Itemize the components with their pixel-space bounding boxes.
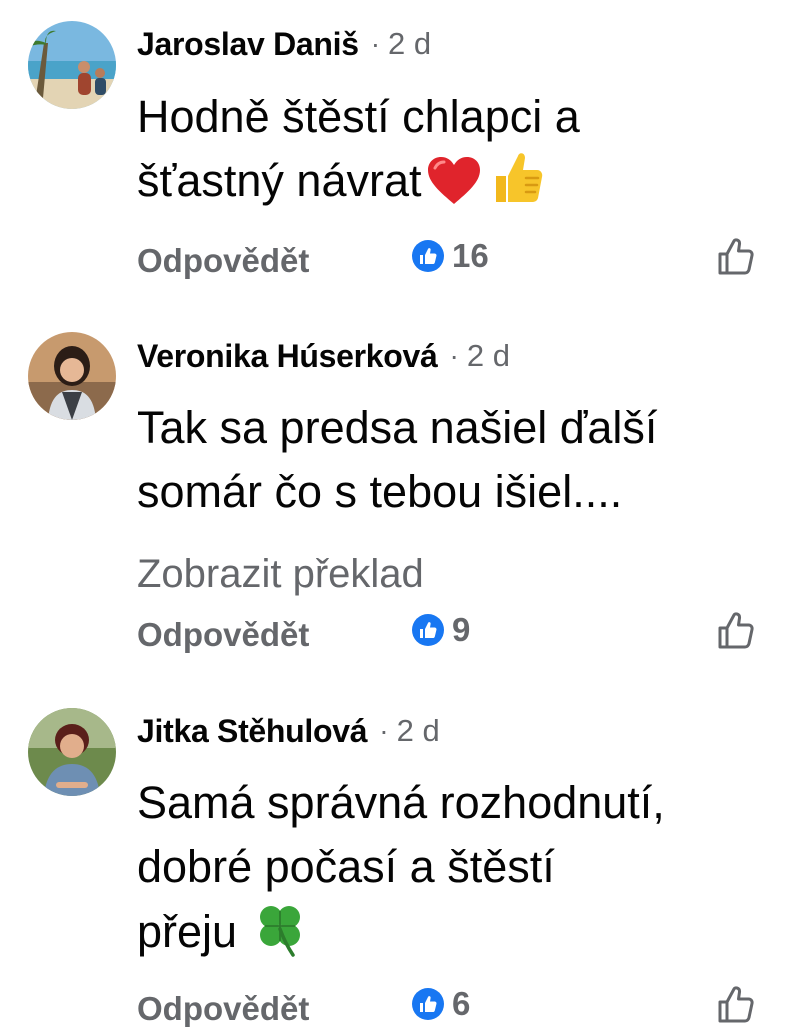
comment-text: Samá správná rozhodnutí, dobré počasí a … (137, 771, 777, 974)
reply-button[interactable]: Odpovědět (137, 990, 309, 1028)
comment-line: dobré počasí a štěstí (137, 841, 555, 892)
like-button[interactable] (716, 611, 756, 651)
reply-button[interactable]: Odpovědět (137, 616, 309, 654)
comment-header: Jaroslav Daniš · 2 d (137, 24, 431, 64)
timestamp[interactable]: 2 d (388, 26, 431, 62)
like-button[interactable] (716, 237, 756, 277)
reaction-summary[interactable]: 6 (412, 984, 470, 1024)
comment-line: Samá správná rozhodnutí, (137, 777, 665, 828)
avatar[interactable] (28, 21, 116, 109)
four-leaf-clover-icon (251, 899, 309, 974)
author-name[interactable]: Jitka Stěhulová (137, 713, 368, 750)
author-name[interactable]: Jaroslav Daniš (137, 26, 359, 63)
timestamp[interactable]: 2 d (397, 713, 440, 749)
reaction-count: 6 (452, 985, 471, 1022)
comment-line: somár čo s tebou išiel.... (137, 466, 623, 517)
see-translation-link[interactable]: Zobrazit překlad (137, 552, 424, 597)
like-reaction-icon (412, 988, 444, 1020)
like-button[interactable] (716, 985, 756, 1025)
avatar[interactable] (28, 708, 116, 796)
comment-text: Hodně štěstí chlapci a šťastný návrat (137, 85, 777, 223)
avatar[interactable] (28, 332, 116, 420)
separator-dot: · (370, 28, 381, 59)
author-name[interactable]: Veronika Húserková (137, 338, 438, 375)
comment-header: Veronika Húserková · 2 d (137, 336, 510, 376)
reply-button[interactable]: Odpovědět (137, 242, 309, 280)
timestamp[interactable]: 2 d (467, 338, 510, 374)
separator-dot: · (449, 340, 459, 371)
reaction-summary[interactable]: 9 (412, 610, 470, 650)
reaction-count: 16 (452, 237, 489, 274)
comment-line: přeju (137, 906, 238, 957)
reaction-summary[interactable]: 16 (412, 236, 489, 276)
thumbs-up-icon (492, 150, 544, 223)
like-reaction-icon (412, 240, 444, 272)
comment-line: Tak sa predsa našiel ďalší (137, 402, 658, 453)
comment-line: Hodně štěstí chlapci a (137, 91, 580, 142)
like-reaction-icon (412, 614, 444, 646)
separator-dot: · (379, 715, 389, 746)
comment-text: Tak sa predsa našiel ďalší somár čo s te… (137, 396, 777, 524)
comment-header: Jitka Stěhulová · 2 d (137, 711, 440, 751)
red-heart-icon (426, 156, 482, 223)
comment-line: šťastný návrat (137, 155, 422, 206)
reaction-count: 9 (452, 611, 471, 648)
